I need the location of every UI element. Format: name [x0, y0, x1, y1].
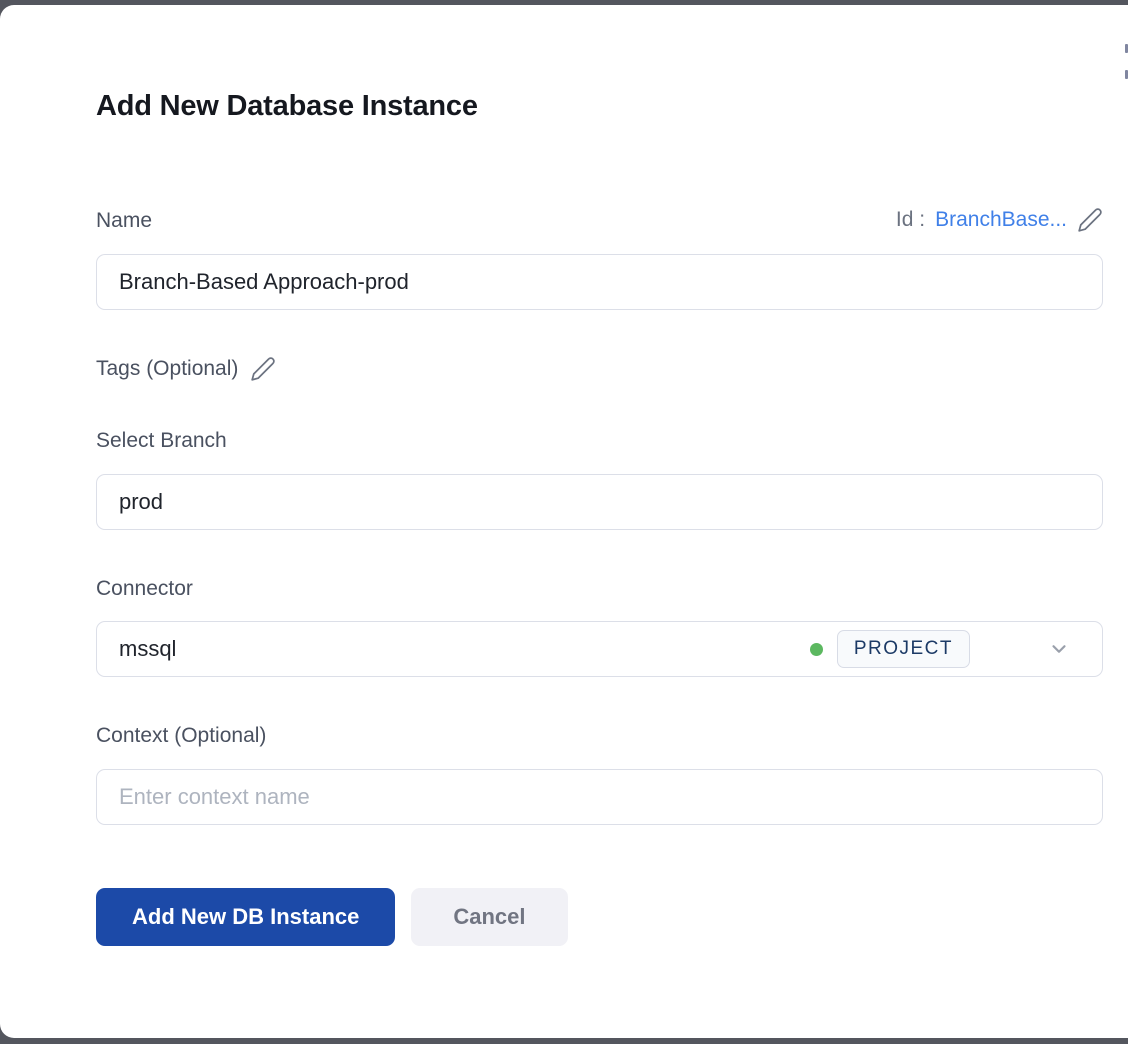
- name-input[interactable]: [96, 254, 1103, 310]
- instance-id-wrap: Id : BranchBase...: [896, 207, 1103, 233]
- add-db-instance-modal: Add New Database Instance Name Id : Bran…: [0, 5, 1128, 1038]
- green-status-dot-icon: [810, 643, 823, 656]
- connector-section: Connector mssql PROJECT: [96, 577, 1103, 677]
- action-buttons-row: Add New DB Instance Cancel: [96, 888, 1103, 946]
- instance-id-link[interactable]: BranchBase...: [935, 208, 1067, 232]
- cancel-button[interactable]: Cancel: [411, 888, 567, 946]
- modal-content: Add New Database Instance Name Id : Bran…: [0, 5, 1103, 946]
- project-scope-badge: PROJECT: [837, 630, 970, 668]
- id-edit-pencil-icon[interactable]: [1077, 207, 1103, 233]
- instance-id-prefix: Id :: [896, 208, 925, 232]
- branch-input[interactable]: [96, 474, 1103, 530]
- tags-label: Tags (Optional): [96, 357, 238, 381]
- tags-label-row: Tags (Optional): [96, 356, 1103, 382]
- connector-value: mssql: [119, 636, 810, 662]
- connector-select[interactable]: mssql PROJECT: [96, 621, 1103, 677]
- branch-section: Select Branch: [96, 429, 1103, 530]
- dialog-title: Add New Database Instance: [96, 90, 1103, 123]
- name-label: Name: [96, 209, 152, 233]
- chevron-down-icon[interactable]: [1048, 638, 1070, 660]
- context-section: Context (Optional): [96, 724, 1103, 825]
- context-label: Context (Optional): [96, 724, 266, 747]
- connector-label: Connector: [96, 577, 193, 600]
- branch-label: Select Branch: [96, 429, 227, 452]
- name-label-row: Name Id : BranchBase...: [96, 207, 1103, 233]
- add-db-instance-button[interactable]: Add New DB Instance: [96, 888, 395, 946]
- context-input[interactable]: [96, 769, 1103, 825]
- tags-edit-pencil-icon[interactable]: [250, 356, 276, 382]
